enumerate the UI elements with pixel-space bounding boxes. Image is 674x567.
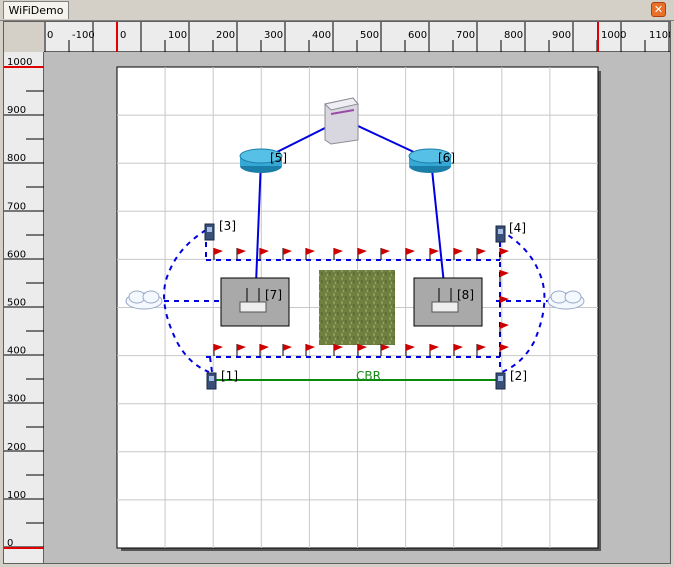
cloud-right <box>547 290 585 310</box>
grass-image <box>319 270 395 345</box>
vertical-ruler: 1000 900 800 700 600 500 400 300 200 100 0 <box>4 52 44 563</box>
cbr-label: CBR <box>356 369 381 383</box>
hruler-label: 100 <box>168 30 187 41</box>
hruler-label: 600 <box>408 30 427 41</box>
node-label-6: [6] <box>438 151 455 165</box>
vruler-label: 0 <box>7 538 13 549</box>
node-label-1: [1] <box>221 369 238 383</box>
vruler-label: 400 <box>7 346 26 357</box>
hruler-label: 500 <box>360 30 379 41</box>
vruler-label: 1000 <box>7 57 32 68</box>
ap-node-7[interactable]: [7] <box>220 277 290 327</box>
vruler-label: 600 <box>7 249 26 260</box>
hruler-label: 1100 <box>649 30 670 41</box>
horizontal-ruler: 0 -100 0 100 200 300 400 500 600 700 800 900 1000 110… <box>44 22 670 52</box>
network-svg[interactable]: CBR [7] [8] [5] [6] [3] [4] [1] [2] <box>44 52 670 563</box>
node-label-5: [5] <box>270 151 287 165</box>
access-point-icon <box>431 301 459 313</box>
node-label-4: [4] <box>509 221 526 235</box>
hruler-label: -100 <box>72 30 95 41</box>
close-icon[interactable]: ✕ <box>651 2 666 17</box>
hruler-label: 800 <box>504 30 523 41</box>
vruler-label: 500 <box>7 298 26 309</box>
hruler-label: 700 <box>456 30 475 41</box>
hruler-label: 1000 <box>601 30 626 41</box>
node-label-7: [7] <box>265 288 282 302</box>
vruler-label: 800 <box>7 153 26 164</box>
hruler-label: 200 <box>216 30 235 41</box>
hruler-label: 0 <box>47 30 53 41</box>
ap-node-8[interactable]: [8] <box>413 277 483 327</box>
server-node[interactable] <box>323 97 359 145</box>
hruler-label: 300 <box>264 30 283 41</box>
cloud-left <box>125 290 163 310</box>
vruler-label: 300 <box>7 394 26 405</box>
hruler-label: 400 <box>312 30 331 41</box>
ruler-corner <box>4 22 44 52</box>
vruler-label: 900 <box>7 105 26 116</box>
tab-wifidemo[interactable]: WiFiDemo <box>3 1 69 19</box>
hruler-label: 0 <box>120 30 126 41</box>
node-label-8: [8] <box>457 288 474 302</box>
access-point-icon <box>239 301 267 313</box>
vruler-label: 700 <box>7 201 26 212</box>
vruler-label: 100 <box>7 490 26 501</box>
router-node-6[interactable]: [6] <box>408 148 455 173</box>
node-label-2: [2] <box>510 369 527 383</box>
horizontal-ruler-svg: 0 -100 0 100 200 300 400 500 600 700 800 900 1000 110… <box>44 22 670 52</box>
tab-bar: WiFiDemo ✕ <box>0 0 674 21</box>
vruler-label: 200 <box>7 442 26 453</box>
network-canvas[interactable]: CBR [7] [8] [5] [6] [3] [4] [1] [2] <box>44 52 670 563</box>
node-label-3: [3] <box>219 219 236 233</box>
vertical-ruler-svg: 10009008007006005004003002001000 <box>4 57 44 549</box>
hruler-label: 900 <box>552 30 571 41</box>
